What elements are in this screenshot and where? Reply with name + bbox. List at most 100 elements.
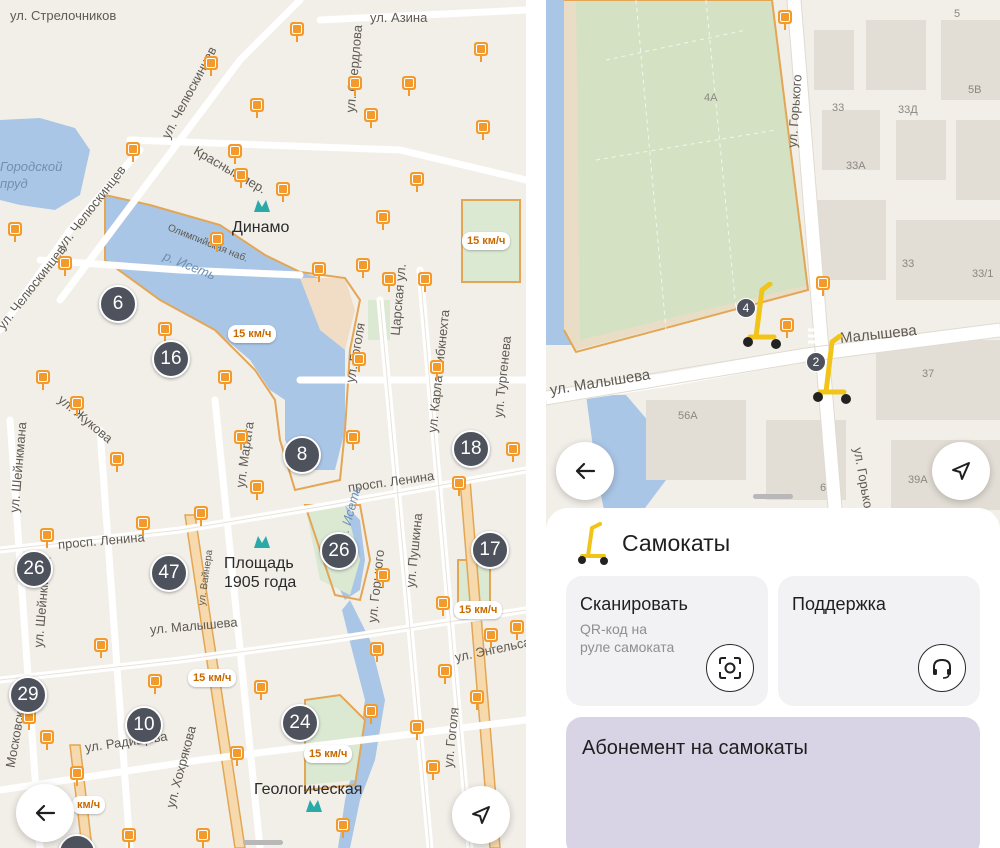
scooter-parking-pin[interactable] xyxy=(158,322,172,342)
scooter-parking-pin[interactable] xyxy=(452,476,466,496)
scooter-cluster[interactable]: 26 xyxy=(15,550,53,588)
qr-scan-button[interactable] xyxy=(706,644,754,692)
scooter-parking-pin[interactable] xyxy=(348,76,362,96)
scooter-cluster[interactable]: 17 xyxy=(471,531,509,569)
house-number: 4А xyxy=(704,92,718,104)
scooter-parking-pin[interactable] xyxy=(110,452,124,472)
scooter-parking-pin[interactable] xyxy=(364,108,378,128)
scan-card-subtitle: QR-код на руле самоката xyxy=(580,621,675,655)
support-button[interactable] xyxy=(918,644,966,692)
scooter-parking-pin[interactable] xyxy=(290,22,304,42)
scooter-parking-pin[interactable] xyxy=(312,262,326,282)
scooter-cluster[interactable]: 8 xyxy=(283,436,321,474)
scooter-parking-pin[interactable] xyxy=(430,360,444,380)
scooter-parking-pin[interactable] xyxy=(196,828,210,848)
sheet-handle[interactable] xyxy=(753,494,793,499)
scooter-parking-pin[interactable] xyxy=(376,210,390,230)
scooter-parking-pin[interactable] xyxy=(204,56,218,76)
scooter-parking-pin[interactable] xyxy=(816,276,830,296)
scooter-parking-pin[interactable] xyxy=(506,442,520,462)
scooter-parking-pin[interactable] xyxy=(276,182,290,202)
scooter-cluster[interactable]: 26 xyxy=(320,532,358,570)
scooter-parking-pin[interactable] xyxy=(218,370,232,390)
subscription-card[interactable]: Абонемент на самокаты xyxy=(566,717,980,848)
scooter-parking-pin[interactable] xyxy=(336,818,350,838)
scooter-parking-pin[interactable] xyxy=(40,730,54,750)
scooter-parking-pin[interactable] xyxy=(402,76,416,96)
scooter-parking-pin[interactable] xyxy=(410,720,424,740)
scooter-parking-pin[interactable] xyxy=(148,674,162,694)
speed-limit-label: 15 км/ч xyxy=(304,745,353,763)
scooter-parking-pin[interactable] xyxy=(8,222,22,242)
scooter-parking-pin[interactable] xyxy=(234,168,248,188)
scooter-parking-pin[interactable] xyxy=(228,144,242,164)
scooter-parking-pin[interactable] xyxy=(70,396,84,416)
scooter-parking-pin[interactable] xyxy=(376,568,390,588)
scooter-count-badge[interactable]: 4 xyxy=(736,298,756,318)
scooter-parking-pin[interactable] xyxy=(126,142,140,162)
metro-station-geologicheskaya[interactable]: Геологическая xyxy=(254,780,362,799)
metro-icon xyxy=(306,800,322,812)
scooter-parking-pin[interactable] xyxy=(470,690,484,710)
scooter-parking-pin[interactable] xyxy=(136,516,150,536)
metro-station-dinamo[interactable]: Динамо xyxy=(232,218,289,237)
scan-qr-card[interactable]: Сканировать QR-код на руле самоката xyxy=(566,576,768,706)
scooter-parking-pin[interactable] xyxy=(70,766,84,786)
my-location-button[interactable] xyxy=(932,442,990,500)
scooter-parking-pin[interactable] xyxy=(436,596,450,616)
support-card[interactable]: Поддержка xyxy=(778,576,980,706)
scooter-parking-pin[interactable] xyxy=(382,272,396,292)
scooter-parking-pin[interactable] xyxy=(94,638,108,658)
scooter-parking-pin[interactable] xyxy=(476,120,490,140)
scooter-cluster[interactable]: 10 xyxy=(125,706,163,744)
scooter-parking-pin[interactable] xyxy=(194,506,208,526)
arrow-left-icon xyxy=(575,462,596,480)
my-location-button[interactable] xyxy=(452,786,510,844)
map-screen-right[interactable]: 4А 33 33Д 5В 33А 33 33/1 37 56А 6 39А 5 … xyxy=(546,0,1000,848)
scooter-parking-pin[interactable] xyxy=(40,528,54,548)
speed-limit-label: 15 км/ч xyxy=(462,232,511,250)
house-number: 37 xyxy=(922,368,935,380)
scooter-parking-pin[interactable] xyxy=(426,760,440,780)
scooter-parking-pin[interactable] xyxy=(510,620,524,640)
scooter-parking-pin[interactable] xyxy=(234,430,248,450)
scooter-cluster[interactable]: 24 xyxy=(281,704,319,742)
arrow-left-icon xyxy=(35,804,56,822)
back-button[interactable] xyxy=(556,442,614,500)
scooter-parking-pin[interactable] xyxy=(250,98,264,118)
scooter-parking-pin[interactable] xyxy=(230,746,244,766)
metro-icon xyxy=(254,536,270,548)
sheet-handle[interactable] xyxy=(243,840,283,845)
map-screen-left[interactable]: ул. Азина ул. Челюскинцев ул. Челюскинце… xyxy=(0,0,526,848)
scooter-cluster[interactable]: 29 xyxy=(9,676,47,714)
scooter-parking-pin[interactable] xyxy=(364,704,378,724)
scooter-parking-pin[interactable] xyxy=(438,664,452,684)
scooter-parking-pin[interactable] xyxy=(352,352,366,372)
scooter-parking-pin[interactable] xyxy=(484,628,498,648)
house-number: 33А xyxy=(846,160,866,172)
scooter-parking-pin[interactable] xyxy=(474,42,488,62)
scooter-cluster[interactable]: 47 xyxy=(150,554,188,592)
navigation-arrow-icon xyxy=(472,806,490,824)
scooter-parking-pin[interactable] xyxy=(346,430,360,450)
scooter-parking-pin[interactable] xyxy=(356,258,370,278)
scooter-parking-pin[interactable] xyxy=(370,642,384,662)
scooter-parking-pin[interactable] xyxy=(210,232,224,252)
headset-icon xyxy=(933,658,951,679)
scooter-parking-pin[interactable] xyxy=(36,370,50,390)
scooter-parking-pin[interactable] xyxy=(122,828,136,848)
scooter-cluster[interactable]: 6 xyxy=(99,285,137,323)
house-number: 33 xyxy=(832,102,845,114)
scooter-cluster[interactable]: 18 xyxy=(452,430,490,468)
scooter-parking-pin[interactable] xyxy=(778,10,792,30)
back-button[interactable] xyxy=(16,784,74,842)
scooter-count-badge[interactable]: 2 xyxy=(806,352,826,372)
scooter-parking-pin[interactable] xyxy=(58,256,72,276)
detail-map[interactable] xyxy=(546,0,1000,520)
scooter-parking-pin[interactable] xyxy=(418,272,432,292)
scooter-parking-pin[interactable] xyxy=(254,680,268,700)
scooter-parking-pin[interactable] xyxy=(250,480,264,500)
metro-station-ploshchad-1905[interactable]: Площадь 1905 года xyxy=(224,554,296,592)
scooter-parking-pin[interactable] xyxy=(410,172,424,192)
scooter-cluster[interactable]: 16 xyxy=(152,340,190,378)
